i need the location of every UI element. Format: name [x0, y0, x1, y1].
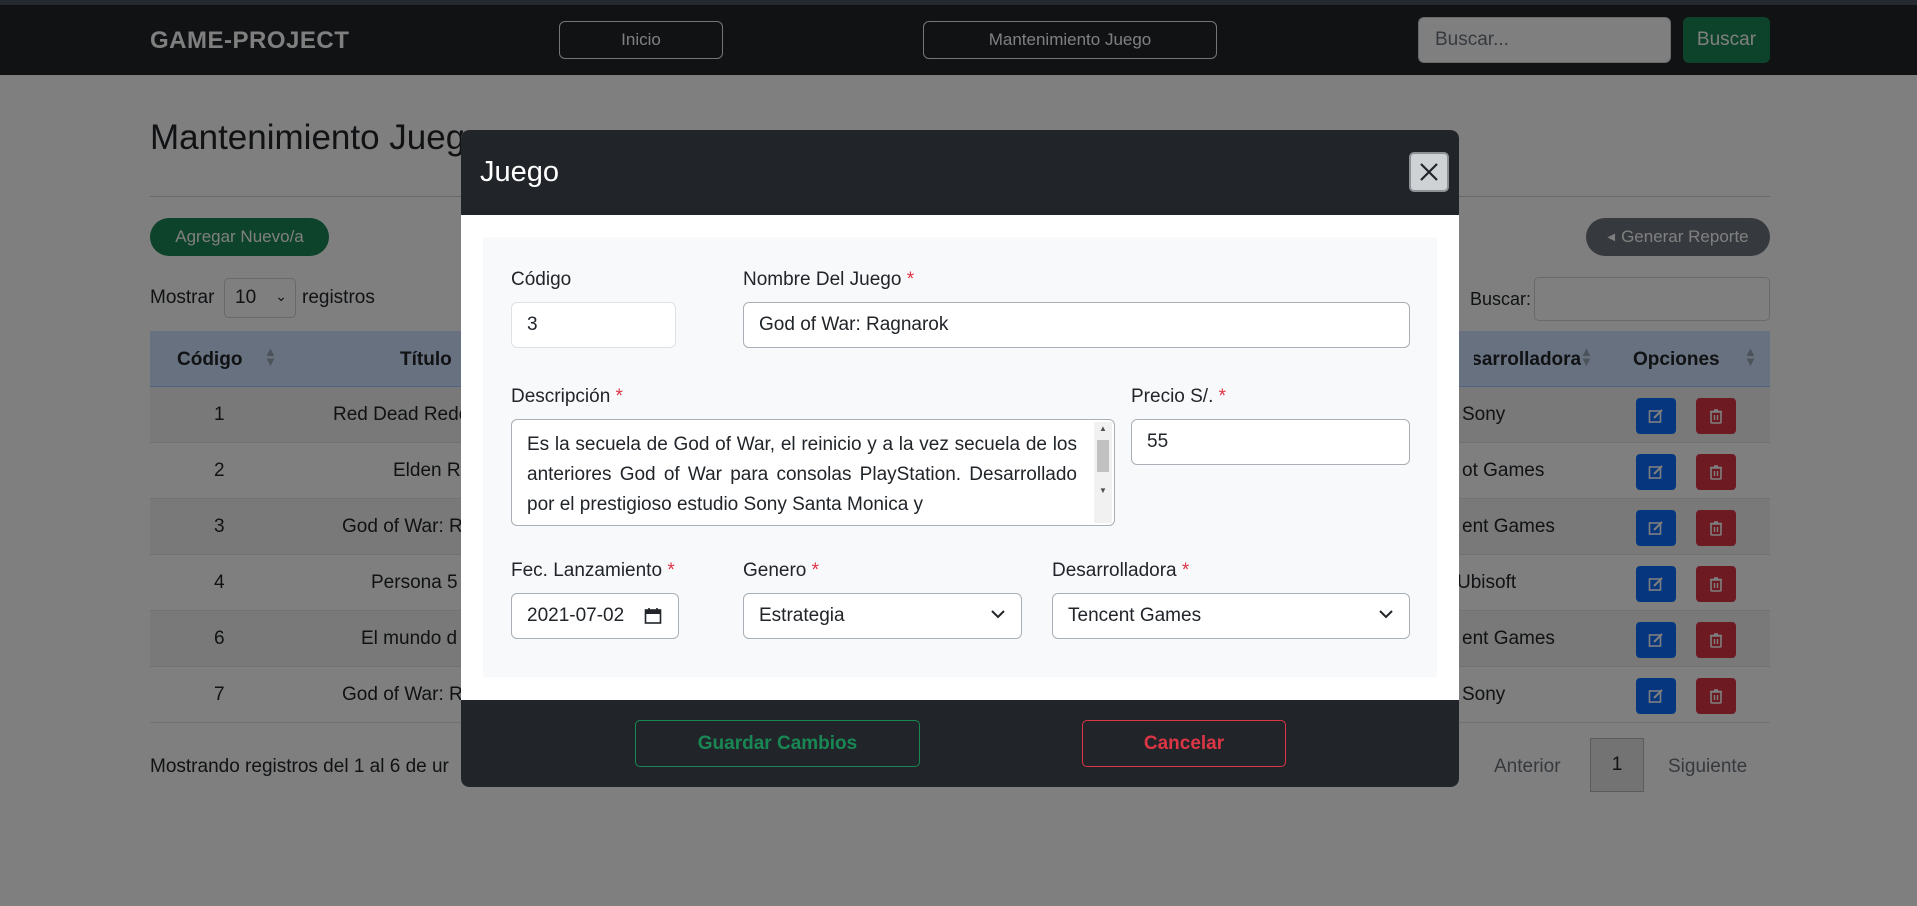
close-icon: [1420, 163, 1438, 181]
fecha-value: 2021-07-02: [527, 605, 625, 626]
descripcion-text: Es la secuela de God of War, el reinicio…: [527, 434, 1077, 515]
precio-input[interactable]: 55: [1131, 419, 1410, 465]
cancel-button[interactable]: Cancelar: [1082, 720, 1286, 767]
genero-label: Genero *: [743, 560, 820, 581]
scroll-thumb[interactable]: [1097, 440, 1109, 472]
precio-label: Precio S/. *: [1131, 386, 1227, 407]
modal-title: Juego: [480, 156, 560, 188]
fecha-input[interactable]: 2021-07-02: [511, 593, 679, 639]
scroll-down-icon[interactable]: ▼: [1099, 486, 1107, 495]
desarrolladora-select[interactable]: Tencent Games: [1052, 593, 1410, 639]
desarrolladora-value: Tencent Games: [1068, 605, 1202, 626]
chevron-down-icon: [991, 610, 1005, 619]
nombre-label: Nombre Del Juego *: [743, 269, 915, 290]
genero-select[interactable]: Estrategia: [743, 593, 1022, 639]
desarrolladora-label: Desarrolladora *: [1052, 560, 1190, 581]
modal-body: Código 3 Nombre Del Juego * God of War: …: [461, 215, 1459, 700]
codigo-field[interactable]: 3: [511, 302, 676, 348]
chevron-down-icon: [1379, 610, 1393, 619]
fecha-label: Fec. Lanzamiento *: [511, 560, 675, 581]
save-changes-button[interactable]: Guardar Cambios: [635, 720, 920, 767]
game-modal: Juego Código 3 Nombre Del Juego * God of…: [461, 130, 1459, 787]
modal-footer: Guardar Cambios Cancelar: [461, 700, 1459, 787]
descripcion-label: Descripción *: [511, 386, 623, 407]
modal-header: Juego: [461, 130, 1459, 215]
scroll-up-icon[interactable]: ▲: [1099, 424, 1107, 433]
descripcion-textarea[interactable]: Es la secuela de God of War, el reinicio…: [511, 419, 1115, 526]
calendar-icon: [644, 608, 662, 624]
nombre-input[interactable]: God of War: Ragnarok: [743, 302, 1410, 348]
textarea-scrollbar[interactable]: ▲ ▼: [1094, 422, 1112, 523]
close-button[interactable]: [1409, 152, 1449, 192]
genero-value: Estrategia: [759, 605, 845, 626]
codigo-label: Código: [511, 269, 572, 290]
